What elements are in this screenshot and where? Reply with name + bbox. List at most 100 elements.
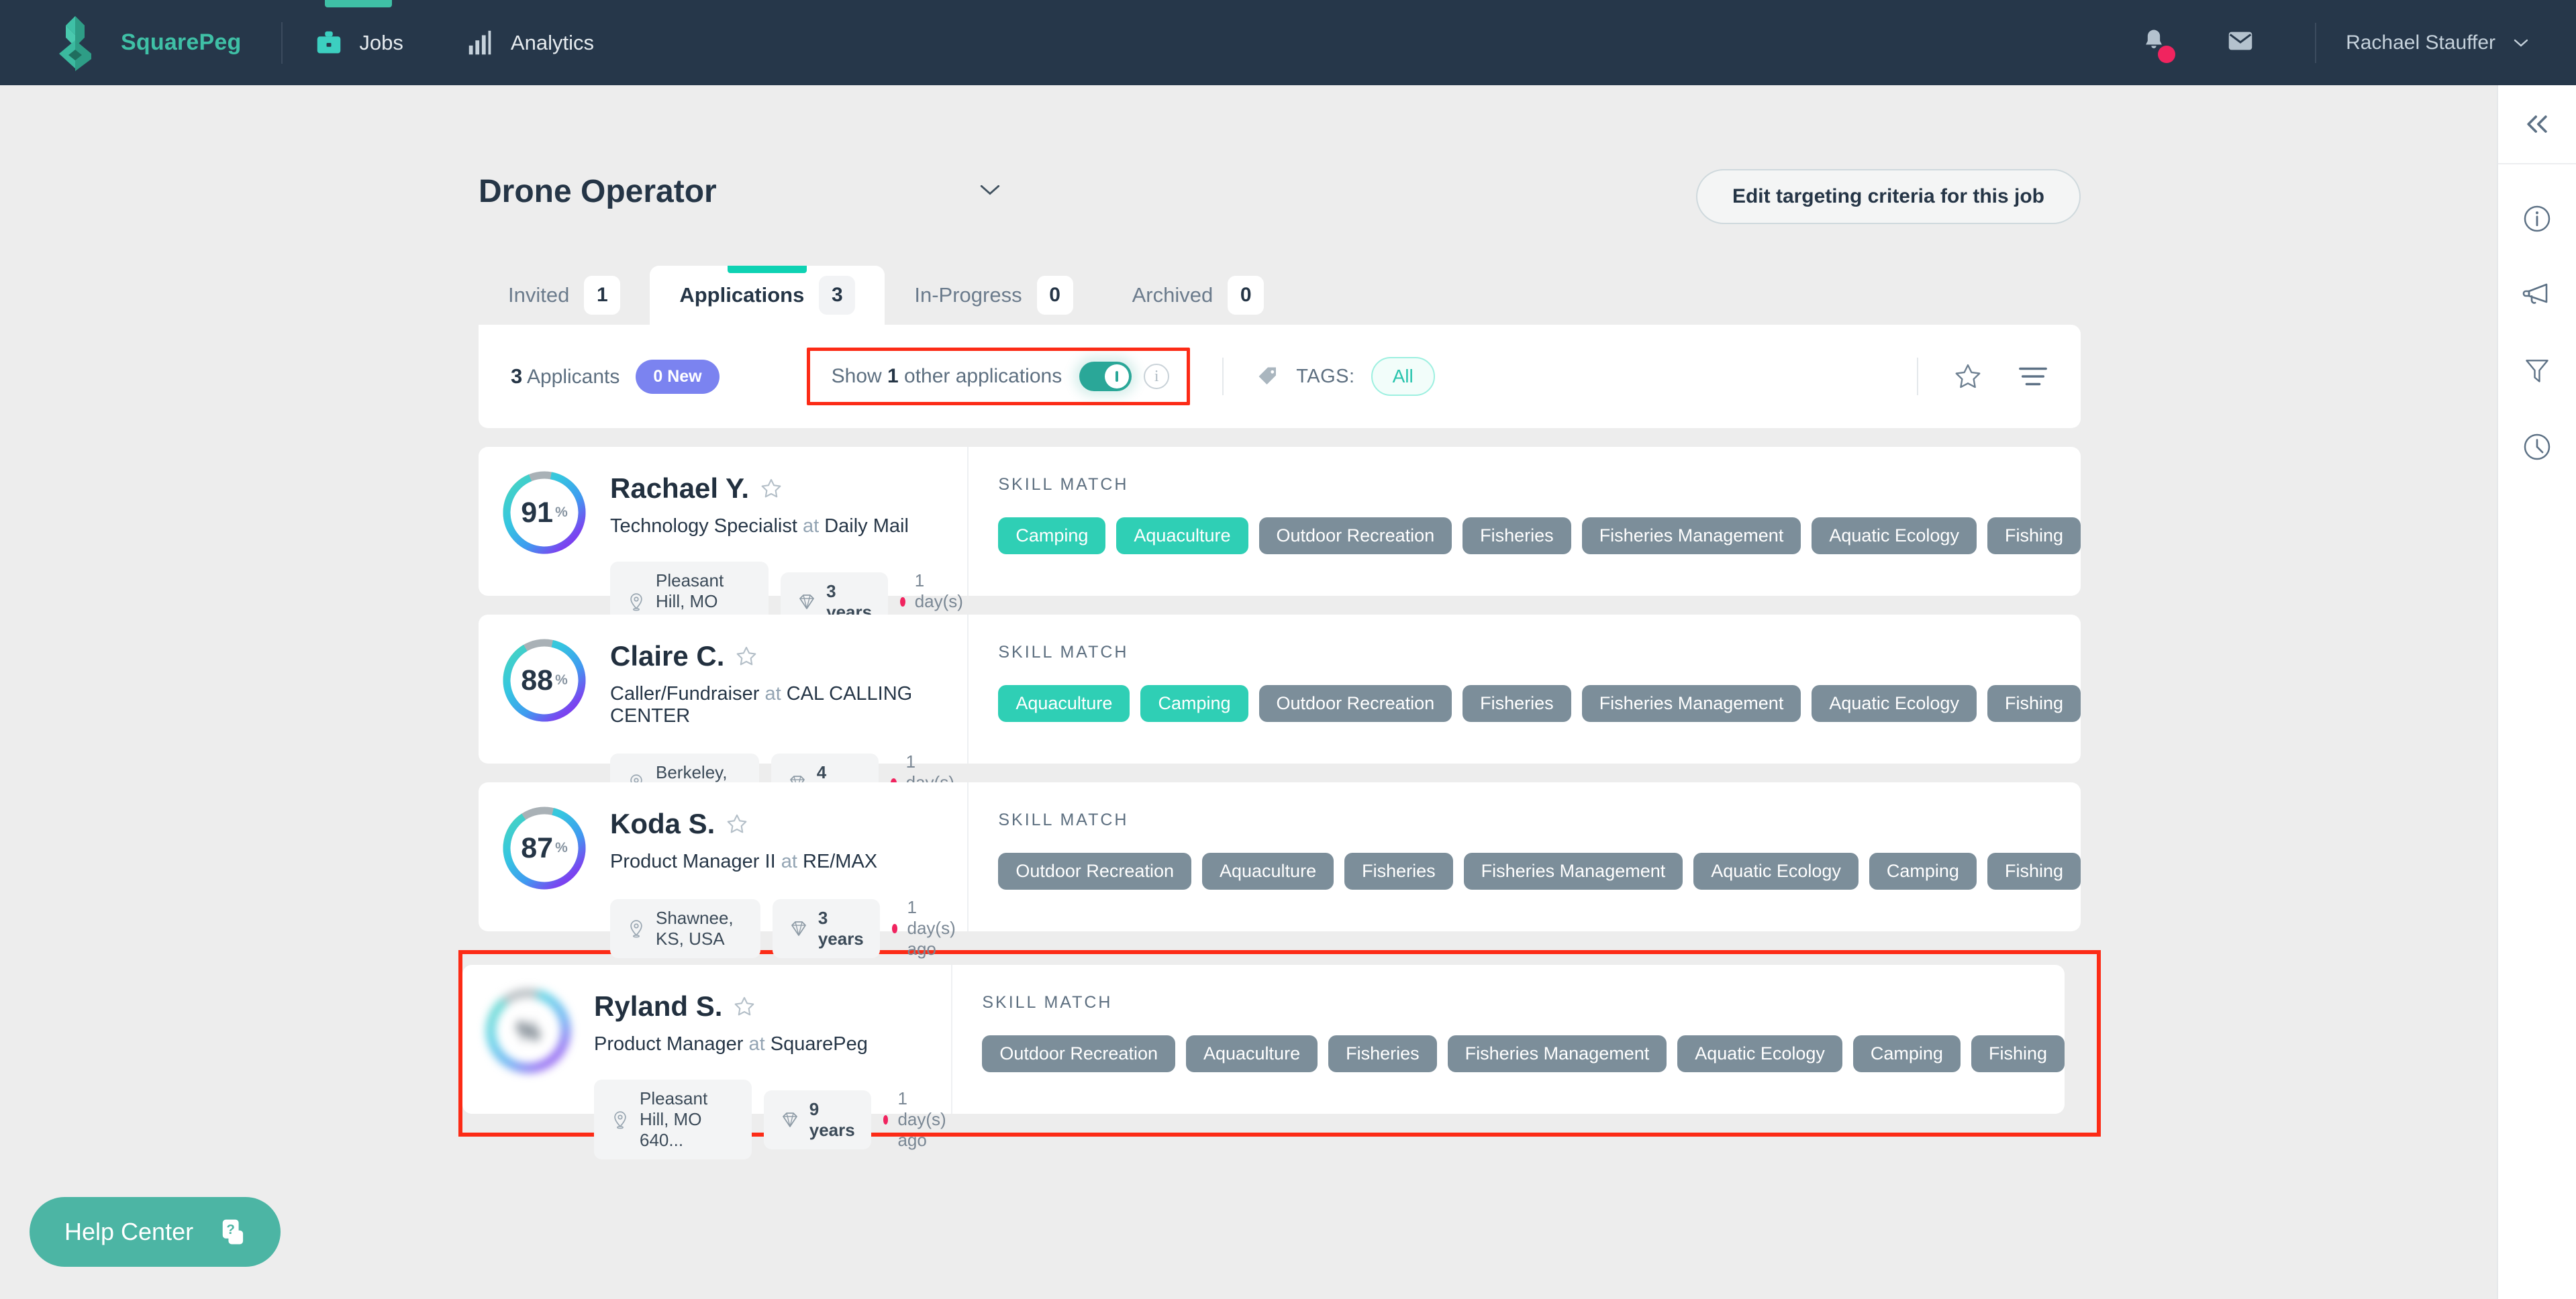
candidate-info: Ryland S. Product Manager at SquarePeg P…	[594, 988, 951, 1159]
score-number: 88	[521, 664, 554, 696]
skill-tag[interactable]: Aquaculture	[1201, 853, 1334, 890]
candidate-card[interactable]: 87% Koda S. Product Manager II at RE/MAX	[479, 782, 2081, 959]
candidate-card[interactable]: 88% Claire C. Caller/Fundraiser at CAL C…	[479, 615, 2081, 813]
page-body: Drone Operator Edit targeting criteria f…	[0, 85, 2497, 1299]
candidate-list: 91% Rachael Y. Technology Specialist at …	[458, 447, 2101, 1159]
candidate-location: Shawnee, KS, USA	[656, 907, 734, 949]
page-title: Drone Operator	[479, 173, 717, 209]
skill-tag[interactable]: Fisheries Management	[1581, 685, 1801, 722]
toggle-suffix: other applications	[898, 365, 1062, 387]
skill-tag[interactable]: Fishing	[1987, 853, 2081, 890]
candidate-name[interactable]: Rachael Y.	[610, 472, 749, 505]
role-company: Daily Mail	[824, 515, 909, 537]
skill-tag[interactable]: Fisheries	[1344, 853, 1453, 890]
skill-tag[interactable]: Aquaculture	[998, 685, 1130, 722]
show-other-applications-label: Show 1 other applications	[832, 365, 1062, 388]
skill-tag[interactable]: Fishing	[1987, 685, 2081, 722]
tags-filter-value[interactable]: All	[1371, 357, 1435, 396]
role-title: Technology Specialist	[610, 515, 797, 537]
tab-archived[interactable]: Archived 0	[1103, 266, 1294, 325]
job-selector-chevron[interactable]	[979, 183, 1001, 200]
tab-in-progress-count: 0	[1036, 276, 1073, 315]
star-outline-icon[interactable]	[1953, 362, 1983, 391]
skill-tag[interactable]: Outdoor Recreation	[1258, 517, 1452, 554]
applications-toolbar: 3 Applicants 0 New Show 1 other applicat…	[479, 325, 2081, 428]
skill-tag[interactable]: Fishing	[1987, 517, 2081, 554]
tab-invited[interactable]: Invited 1	[479, 266, 650, 325]
candidate-card[interactable]: % Ryland S. Product Manager at SquarePeg…	[462, 965, 2065, 1159]
candidate-role: Product Manager at SquarePeg	[594, 1033, 951, 1055]
skill-tag[interactable]: Outdoor Recreation	[982, 1035, 1175, 1072]
candidate-location-chip: Pleasant Hill, MO 640...	[594, 1080, 752, 1159]
star-outline-icon[interactable]	[733, 995, 756, 1018]
skill-tag[interactable]: Aquatic Ecology	[1812, 517, 1977, 554]
topnav-right-group: Rachael Stauffer	[2112, 22, 2529, 63]
skill-tag[interactable]: Aquatic Ecology	[1812, 685, 1977, 722]
tab-in-progress[interactable]: In-Progress 0	[885, 266, 1102, 325]
status-dot	[891, 923, 898, 933]
brand-logo-group[interactable]: SquarePeg	[59, 15, 241, 71]
star-outline-icon[interactable]	[735, 645, 758, 668]
top-navigation-bar: SquarePeg Jobs Analytics Rachael Stauffe…	[0, 0, 2576, 85]
skill-tag[interactable]: Fishing	[1971, 1035, 2065, 1072]
match-score-value: 87%	[501, 805, 587, 891]
skill-tag[interactable]: Aquaculture	[1116, 517, 1248, 554]
star-outline-icon[interactable]	[726, 813, 748, 835]
info-icon[interactable]: i	[1144, 364, 1170, 389]
applications-panel: Drone Operator Edit targeting criteria f…	[458, 161, 2101, 1159]
info-circle-icon[interactable]	[2522, 203, 2553, 234]
sort-lines-icon[interactable]	[2018, 364, 2048, 388]
clock-history-icon[interactable]	[2522, 431, 2553, 462]
candidate-name[interactable]: Claire C.	[610, 640, 724, 672]
candidate-updated-label: 1 day(s) ago	[897, 1088, 946, 1150]
skill-tag[interactable]: Fisheries Management	[1447, 1035, 1667, 1072]
skill-tag[interactable]: Camping	[1852, 1035, 1961, 1072]
skill-tag[interactable]: Fisheries	[1463, 685, 1571, 722]
skill-tag-list: Outdoor Recreation Aquaculture Fisheries…	[998, 853, 2081, 890]
skill-tag[interactable]: Camping	[998, 517, 1106, 554]
applicants-label: Applicants	[526, 366, 620, 388]
candidate-name[interactable]: Ryland S.	[594, 990, 722, 1023]
nav-item-jobs[interactable]: Jobs	[283, 0, 434, 85]
candidate-skills: SKILL MATCH Camping Aquaculture Outdoor …	[967, 447, 2081, 596]
skill-tag[interactable]: Camping	[1140, 685, 1248, 722]
skill-tag[interactable]: Aquatic Ecology	[1677, 1035, 1842, 1072]
tags-label: TAGS:	[1296, 365, 1355, 387]
candidate-info: Claire C. Caller/Fundraiser at CAL CALLI…	[610, 637, 967, 813]
candidate-card[interactable]: 91% Rachael Y. Technology Specialist at …	[479, 447, 2081, 641]
match-score-donut: 91%	[501, 470, 587, 556]
help-center-button[interactable]: Help Center ?	[30, 1197, 281, 1267]
skill-tag[interactable]: Fisheries	[1463, 517, 1571, 554]
toggle-number: 1	[887, 365, 899, 387]
collapse-sidebar-button[interactable]	[2498, 85, 2576, 164]
notification-dot	[2158, 46, 2176, 63]
skill-tag[interactable]: Camping	[1869, 853, 1977, 890]
skill-tag[interactable]: Aquaculture	[1185, 1035, 1318, 1072]
skill-match-label: SKILL MATCH	[998, 475, 1129, 494]
right-sidebar	[2497, 85, 2576, 1299]
score-unit: %	[555, 672, 568, 688]
nav-item-analytics[interactable]: Analytics	[434, 0, 625, 85]
skill-tag[interactable]: Fisheries Management	[1463, 853, 1683, 890]
candidate-name[interactable]: Koda S.	[610, 808, 715, 840]
match-score-donut: %	[485, 988, 571, 1074]
skill-tag[interactable]: Fisheries	[1328, 1035, 1437, 1072]
candidate-skills: SKILL MATCH Outdoor Recreation Aquacultu…	[967, 782, 2081, 931]
tab-applications[interactable]: Applications 3	[650, 266, 885, 325]
notifications-button[interactable]	[2112, 25, 2195, 63]
messages-button[interactable]	[2195, 25, 2285, 60]
edit-targeting-criteria-button[interactable]: Edit targeting criteria for this job	[1695, 169, 2081, 224]
show-other-applications-toggle[interactable]	[1079, 362, 1132, 391]
tab-applications-label: Applications	[679, 283, 805, 307]
skill-tag[interactable]: Aquatic Ecology	[1693, 853, 1859, 890]
funnel-filter-icon[interactable]	[2522, 355, 2552, 386]
skill-tag[interactable]: Outdoor Recreation	[1258, 685, 1452, 722]
star-outline-icon[interactable]	[760, 477, 783, 500]
candidate-role: Caller/Fundraiser at CAL CALLING CENTER	[610, 683, 967, 727]
skill-tag-list: Aquaculture Camping Outdoor Recreation F…	[998, 685, 2081, 722]
skill-tag[interactable]: Outdoor Recreation	[998, 853, 1191, 890]
show-other-applications-control[interactable]: Show 1 other applications i	[806, 348, 1191, 405]
megaphone-icon[interactable]	[2521, 280, 2553, 309]
user-menu[interactable]: Rachael Stauffer	[2346, 32, 2529, 54]
skill-tag[interactable]: Fisheries Management	[1581, 517, 1801, 554]
